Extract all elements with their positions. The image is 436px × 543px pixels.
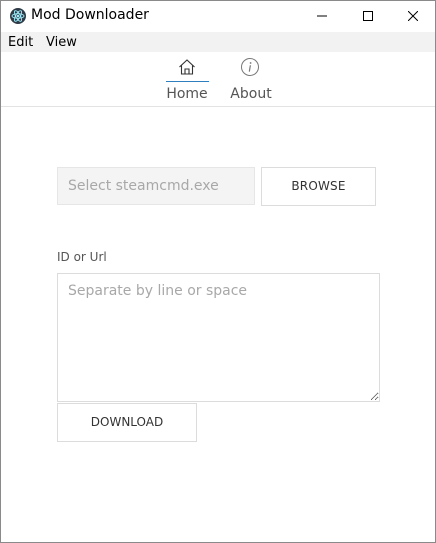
id-or-url-textarea[interactable] xyxy=(57,273,380,402)
app-window: Mod Downloader Edit View Home About Sele… xyxy=(0,0,436,543)
browse-button[interactable]: BROWSE xyxy=(261,167,376,206)
minimize-button[interactable] xyxy=(299,1,345,31)
tab-about-label: About xyxy=(230,86,272,102)
nav-tabs: Home About xyxy=(1,52,435,107)
steamcmd-path-input[interactable] xyxy=(57,167,255,205)
menu-edit[interactable]: Edit xyxy=(8,35,33,50)
info-icon xyxy=(241,58,259,76)
tab-active-indicator xyxy=(166,81,209,82)
maximize-icon xyxy=(363,11,373,21)
maximize-button[interactable] xyxy=(345,1,391,31)
menu-bar: Edit View xyxy=(1,32,435,52)
close-button[interactable] xyxy=(390,1,435,31)
menu-view[interactable]: View xyxy=(46,35,77,50)
tab-home-label: Home xyxy=(166,86,208,102)
home-icon xyxy=(179,59,195,75)
close-icon xyxy=(408,11,418,21)
tab-about[interactable]: About xyxy=(223,52,279,106)
window-title: Mod Downloader xyxy=(31,7,149,23)
minimize-icon xyxy=(317,15,327,17)
id-or-url-label: ID or Url xyxy=(57,250,107,264)
download-button[interactable]: DOWNLOAD xyxy=(57,403,197,442)
electron-app-icon xyxy=(10,8,26,24)
title-bar[interactable]: Mod Downloader xyxy=(1,1,435,31)
tab-home[interactable]: Home xyxy=(161,52,213,106)
